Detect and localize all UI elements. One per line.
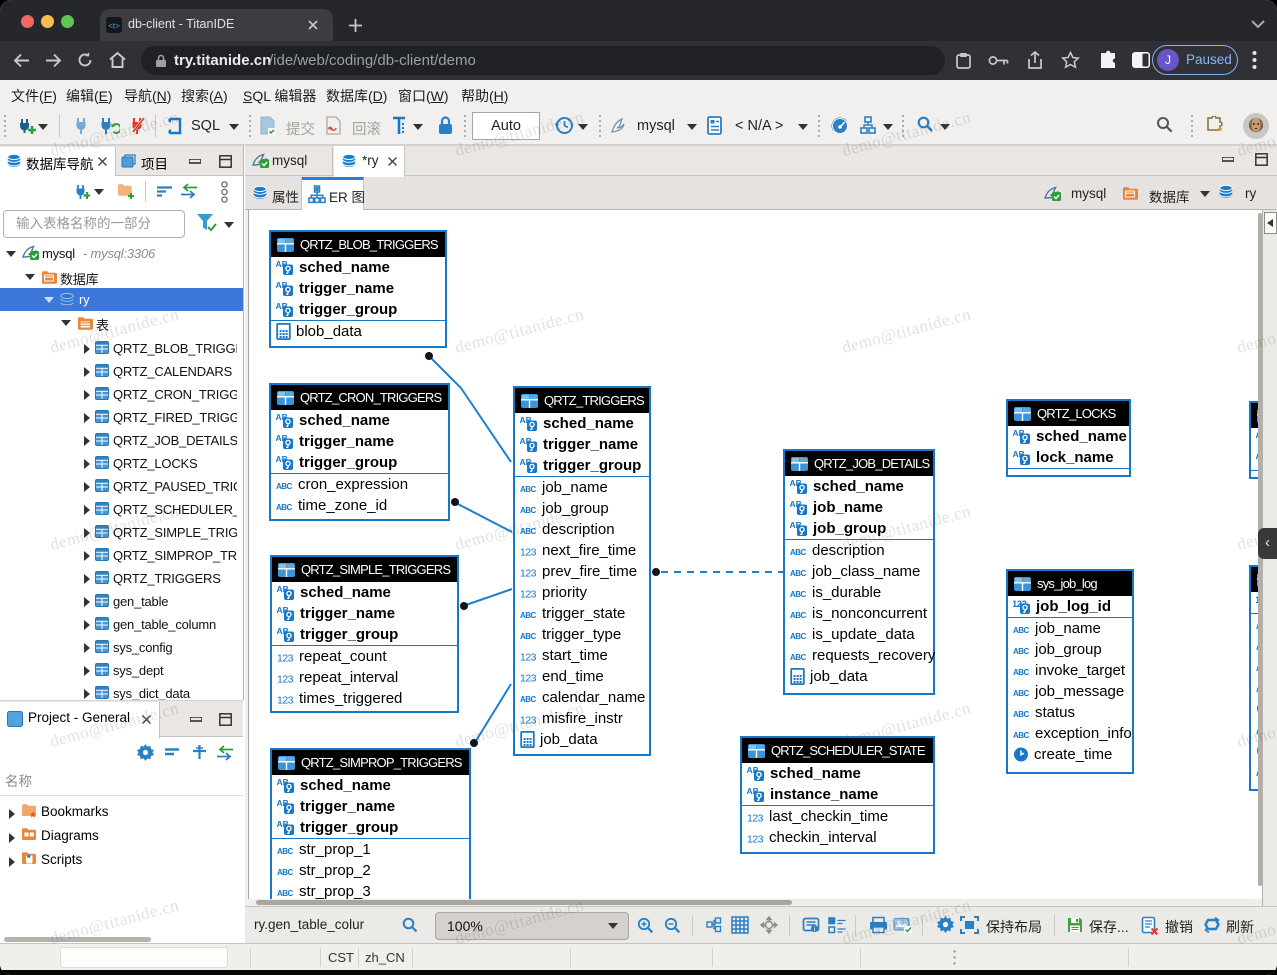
svg-text:i: i	[814, 927, 815, 933]
svg-text:<t>: <t>	[108, 22, 120, 31]
